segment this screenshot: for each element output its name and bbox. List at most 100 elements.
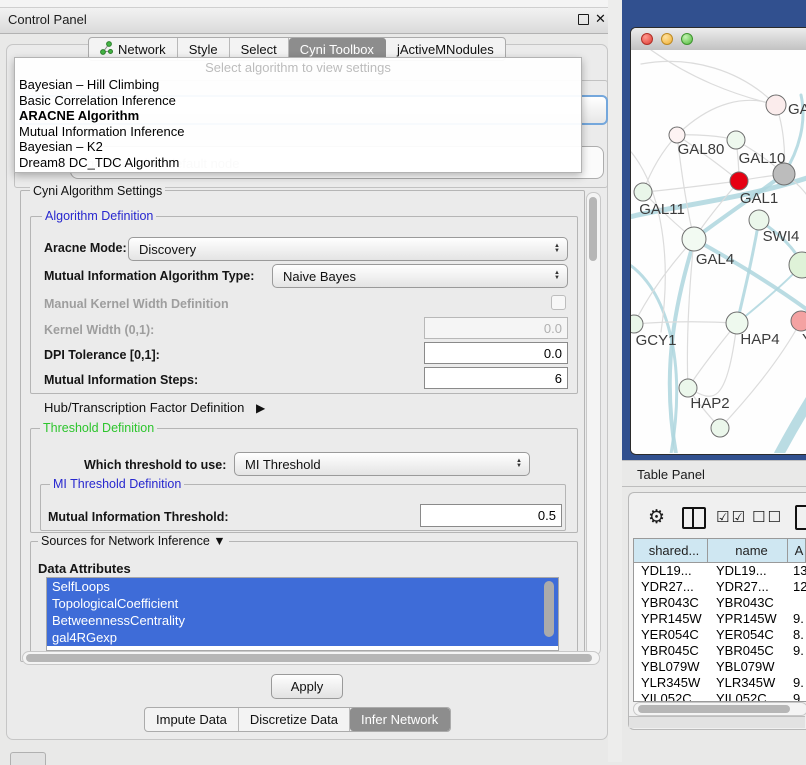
table-cell[interactable]: 12 <box>788 579 806 595</box>
mi-type-combo[interactable]: Naive Bayes ▲▼ <box>272 264 568 288</box>
which-threshold-combo[interactable]: MI Threshold ▲▼ <box>234 452 530 476</box>
table-cell[interactable]: YBR045C <box>708 643 788 659</box>
dropdown-item[interactable]: Basic Correlation Inference <box>15 93 581 109</box>
table-cell[interactable]: YDL19... <box>708 563 788 579</box>
network-node-gal10[interactable] <box>727 131 745 149</box>
settings-vertical-scrollbar-thumb[interactable] <box>589 197 597 261</box>
network-node-gal1[interactable] <box>730 172 748 190</box>
sources-group-title[interactable]: Sources for Network Inference ▼ <box>38 534 229 548</box>
table-cell[interactable]: YBL079W <box>708 659 788 675</box>
float-panel-icon[interactable] <box>578 14 589 25</box>
column-header-1[interactable]: shared... <box>634 539 708 562</box>
close-window-icon[interactable] <box>641 33 653 45</box>
mi-type-value: Naive Bayes <box>283 269 356 284</box>
network-window-titlebar[interactable] <box>631 28 806 51</box>
network-node[interactable] <box>766 95 786 115</box>
network-node-gal4[interactable] <box>682 227 706 251</box>
table-row[interactable]: YDL19...YDL19...13 <box>634 563 806 579</box>
data-attributes-list[interactable]: SelfLoopsTopologicalCoefficientBetweenne… <box>46 577 559 651</box>
table-settings-gear-icon[interactable]: ⚙ <box>648 506 665 529</box>
table-row[interactable]: YBR043CYBR043C <box>634 595 806 611</box>
table-cell[interactable]: YER054C <box>634 627 708 643</box>
table-cell[interactable]: YDR27... <box>708 579 788 595</box>
dpi-tolerance-field[interactable]: 0.0 <box>424 342 568 364</box>
tab-impute-data[interactable]: Impute Data <box>145 708 239 731</box>
dropdown-item[interactable]: ARACNE Algorithm <box>15 108 581 124</box>
hub-definition-expander[interactable]: Hub/Transcription Factor Definition ▶ <box>44 400 265 415</box>
table-cell[interactable] <box>788 659 806 675</box>
table-row[interactable]: YPR145WYPR145W9. <box>634 611 806 627</box>
column-header-2[interactable]: name <box>708 539 788 562</box>
network-node[interactable] <box>789 252 806 278</box>
table-cell[interactable]: YLR345W <box>708 675 788 691</box>
table-horizontal-scrollbar-thumb[interactable] <box>638 705 790 713</box>
tab-label: Style <box>189 42 218 57</box>
zoom-window-icon[interactable] <box>681 33 693 45</box>
manual-kernel-checkbox[interactable] <box>551 295 566 310</box>
table-cell[interactable]: YBL079W <box>634 659 708 675</box>
table-cell[interactable]: YPR145W <box>634 611 708 627</box>
column-header-3[interactable]: A <box>788 539 806 562</box>
table-cell[interactable]: YBR043C <box>708 595 788 611</box>
dropdown-item[interactable]: Bayesian – Hill Climbing <box>15 77 581 93</box>
attribute-list-scrollbar-thumb[interactable] <box>544 581 554 637</box>
table-cell[interactable]: YIL052C <box>708 691 788 702</box>
table-cell[interactable] <box>788 595 806 611</box>
bottom-corner-button[interactable] <box>10 752 46 765</box>
table-row[interactable]: YBR045CYBR045C9. <box>634 643 806 659</box>
settings-horizontal-scrollbar-thumb[interactable] <box>26 654 592 662</box>
minimize-window-icon[interactable] <box>661 33 673 45</box>
mi-steps-label: Mutual Information Steps: <box>44 373 198 387</box>
deselect-all-columns-icon[interactable]: ☐☐ <box>752 508 783 526</box>
table-cell[interactable]: YBR043C <box>634 595 708 611</box>
table-horizontal-scrollbar[interactable] <box>633 702 806 716</box>
kernel-width-field[interactable]: 0.0 <box>424 317 568 339</box>
table-cell[interactable]: YDR27... <box>634 579 708 595</box>
aracne-mode-value: Discovery <box>139 242 196 257</box>
network-node-gal11[interactable] <box>634 183 652 201</box>
mi-threshold-field[interactable]: 0.5 <box>420 504 562 527</box>
close-panel-icon[interactable]: ✕ <box>595 11 606 27</box>
table-row[interactable]: YLR345WYLR345W9. <box>634 675 806 691</box>
table-cell[interactable]: YER054C <box>708 627 788 643</box>
attribute-list-item[interactable]: BetweennessCentrality <box>47 612 558 629</box>
network-node-gcy1[interactable] <box>631 315 643 333</box>
dropdown-item[interactable]: Mutual Information Inference <box>15 124 581 140</box>
table-cell[interactable]: 9 <box>788 691 806 702</box>
network-view-window: GAL80GAL10GAL1GAL11SWI4GAL4GCY1HAP4YHAP2… <box>630 27 806 455</box>
aracne-mode-combo[interactable]: Discovery ▲▼ <box>128 237 568 261</box>
table-cell[interactable]: YBR045C <box>634 643 708 659</box>
apply-button[interactable]: Apply <box>271 674 343 699</box>
mi-steps-field[interactable]: 6 <box>424 367 568 389</box>
settings-horizontal-scrollbar[interactable] <box>22 651 600 665</box>
table-cell[interactable]: 9. <box>788 611 806 627</box>
settings-vertical-scrollbar[interactable] <box>586 192 601 656</box>
table-cell[interactable]: YIL052C <box>634 691 708 702</box>
table-cell[interactable]: YLR345W <box>634 675 708 691</box>
table-cell[interactable]: 8. <box>788 627 806 643</box>
table-cell[interactable]: YPR145W <box>708 611 788 627</box>
table-row[interactable]: YBL079WYBL079W <box>634 659 806 675</box>
export-table-icon[interactable] <box>795 505 806 530</box>
dropdown-item[interactable]: Dream8 DC_TDC Algorithm <box>15 155 581 171</box>
table-row[interactable]: YER054CYER054C8. <box>634 627 806 643</box>
attribute-list-item[interactable]: SelfLoops <box>47 578 558 595</box>
table-cell[interactable]: 9. <box>788 675 806 691</box>
table-row[interactable]: YIL052CYIL052C9 <box>634 691 806 702</box>
tab-infer-network[interactable]: Infer Network <box>350 708 450 731</box>
network-node[interactable] <box>711 419 729 437</box>
dropdown-item[interactable]: Bayesian – K2 <box>15 139 581 155</box>
network-node-y[interactable] <box>791 311 806 331</box>
network-node-swi4[interactable] <box>749 210 769 230</box>
tab-discretize-data[interactable]: Discretize Data <box>239 708 350 731</box>
network-node[interactable] <box>773 163 795 185</box>
network-canvas[interactable]: GAL80GAL10GAL1GAL11SWI4GAL4GCY1HAP4YHAP2… <box>631 50 806 453</box>
table-cell[interactable]: 13 <box>788 563 806 579</box>
attribute-list-item[interactable]: gal4RGexp <box>47 629 558 646</box>
column-layout-icon[interactable] <box>682 507 706 529</box>
table-row[interactable]: YDR27...YDR27...12 <box>634 579 806 595</box>
attribute-list-item[interactable]: TopologicalCoefficient <box>47 595 558 612</box>
table-cell[interactable]: YDL19... <box>634 563 708 579</box>
select-all-columns-icon[interactable]: ☑☑ <box>716 508 747 526</box>
table-cell[interactable]: 9. <box>788 643 806 659</box>
